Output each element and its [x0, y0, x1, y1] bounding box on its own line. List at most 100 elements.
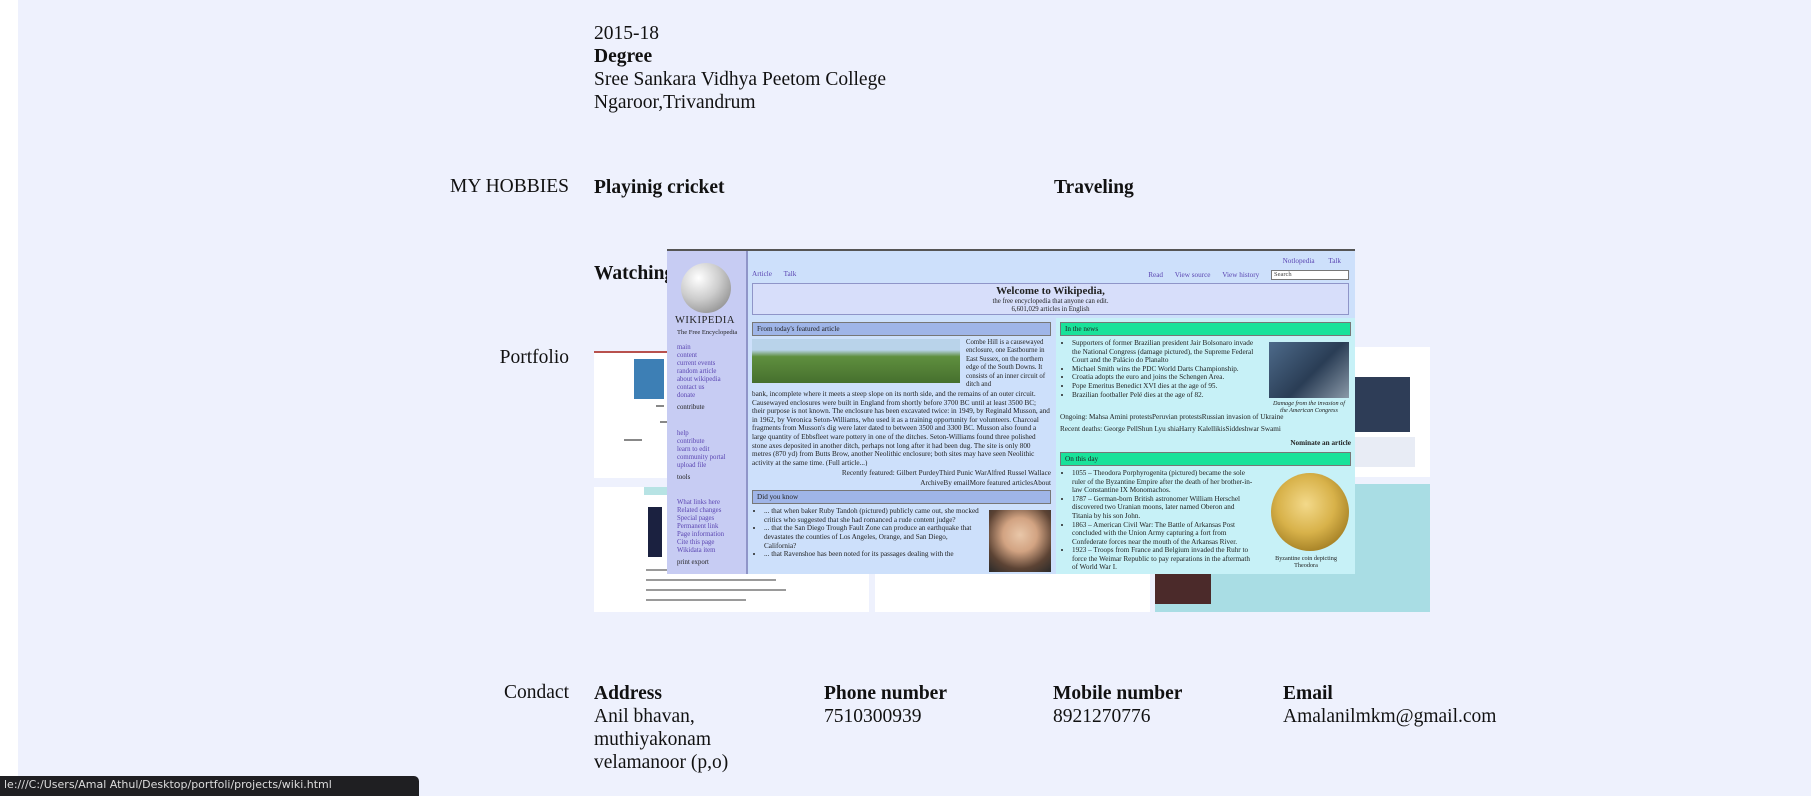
wiki-welcome-box: Welcome to Wikipedia, the free encyclope… — [752, 283, 1349, 315]
page-left-strip — [0, 0, 18, 789]
hobby-item: Playinig cricket — [594, 177, 725, 198]
news-item: Supporters of former Brazilian president… — [1072, 339, 1261, 365]
news-item: Michael Smith wins the PDC World Darts C… — [1072, 365, 1261, 374]
wiki-welcome-title: Welcome to Wikipedia, — [996, 285, 1105, 297]
news-deaths: Recent deaths: George PellShun Lyu shiaH… — [1060, 424, 1281, 433]
education-location: Ngaroor,Trivandrum — [594, 92, 756, 113]
wiki-nav-link[interactable]: Permanent link — [677, 523, 741, 531]
tab-view-source[interactable]: View source — [1175, 271, 1211, 279]
wiki-tabs: Article Talk Read View source View histo… — [752, 270, 1349, 280]
wiki-right-column: In the news Damage from the invasion of … — [1056, 318, 1355, 574]
wiki-preview-popup[interactable]: WIKIPEDIA The Free Encyclopedia main con… — [667, 249, 1355, 574]
wiki-nav-link[interactable]: Wikidata item — [677, 547, 741, 555]
wiki-nav-link[interactable]: community portal — [677, 454, 741, 462]
hobbies-label: MY HOBBIES — [450, 176, 569, 197]
wiki-nav-link[interactable]: contact us — [677, 384, 741, 392]
otd-list: 1055 – Theodora Porphyrogenita (pictured… — [1072, 469, 1255, 572]
hobby-item: Watching — [594, 263, 675, 284]
address-line: velamanoor (p,o) — [594, 752, 729, 773]
education-college: Sree Sankara Vidhya Peetom College — [594, 69, 886, 90]
wiki-nav-link[interactable]: Special pages — [677, 515, 741, 523]
wiki-nav-link[interactable]: Cite this page — [677, 539, 741, 547]
wiki-nav-link[interactable]: upload file — [677, 462, 741, 470]
news-list: Supporters of former Brazilian president… — [1072, 339, 1261, 399]
featured-image — [752, 339, 960, 383]
thumb-text-line — [624, 439, 642, 441]
thumb-table — [1355, 437, 1415, 467]
wiki-nav-link[interactable]: contribute — [677, 438, 741, 446]
thumb-text-line — [646, 599, 746, 601]
wiki-welcome-sub: the free encyclopedia that anyone can ed… — [992, 298, 1109, 305]
news-ongoing: Ongoing: Mahsa Amini protestsPeruvian pr… — [1060, 413, 1284, 422]
featured-heading: From today's featured article — [752, 322, 1051, 336]
wiki-nav-link[interactable]: learn to edit — [677, 446, 741, 454]
tab-read[interactable]: Read — [1148, 271, 1163, 279]
address-line: muthiyakonam — [594, 729, 711, 750]
education-year: 2015-18 — [594, 23, 659, 44]
wiki-nav-link[interactable]: current events — [677, 360, 741, 368]
tab-talk[interactable]: Talk — [784, 270, 797, 278]
tab-view-history[interactable]: View history — [1222, 271, 1259, 279]
dyk-item: ... that when baker Ruby Tandoh (picture… — [764, 507, 981, 524]
wiki-left-column: From today's featured article Combe Hill… — [748, 318, 1055, 574]
dyk-heading: Did you know — [752, 490, 1051, 505]
wiki-nav-tools: What links here Related changes Special … — [677, 499, 741, 567]
otd-item: 1787 – German-born British astronomer Wi… — [1072, 495, 1255, 521]
education-degree: Degree — [594, 46, 653, 67]
wiki-nav-link[interactable]: donate — [677, 392, 741, 400]
mobile-number: 8921270776 — [1053, 706, 1151, 727]
otd-item: 1863 – American Civil War: The Battle of… — [1072, 521, 1255, 547]
wiki-nav-link[interactable]: content — [677, 352, 741, 360]
news-image — [1269, 342, 1349, 398]
nominate-link[interactable]: Nominate an article — [1060, 439, 1351, 448]
dyk-list: ... that when baker Ruby Tandoh (picture… — [764, 507, 981, 559]
thumb-photo — [1355, 377, 1410, 432]
wiki-search-input[interactable]: Search — [1271, 270, 1349, 280]
thumb-text-line — [646, 579, 776, 581]
news-item: Croatia adopts the euro and joins the Sc… — [1072, 373, 1261, 382]
wiki-brand: WIKIPEDIA — [675, 315, 735, 326]
featured-recent[interactable]: Recently featured: Gilbert PurdeyThird P… — [752, 469, 1051, 478]
otd-item: 1055 – Theodora Porphyrogenita (pictured… — [1072, 469, 1255, 495]
wiki-top-link[interactable]: Notlopedia — [1283, 257, 1315, 265]
email-address[interactable]: Amalanilmkm@gmail.com — [1283, 705, 1496, 728]
wiki-nav-link[interactable]: main — [677, 344, 741, 352]
news-item: Brazilian footballer Pelé dies at the ag… — [1072, 391, 1261, 400]
wiki-nav-link[interactable]: about wikipedia — [677, 376, 741, 384]
wiki-nav-heading: print export — [677, 559, 709, 566]
contact-label: Condact — [504, 682, 569, 703]
wiki-nav-link[interactable]: Related changes — [677, 507, 741, 515]
news-item: Pope Emeritus Benedict XVI dies at the a… — [1072, 382, 1261, 391]
wiki-top-links: Notlopedia Talk — [1271, 257, 1341, 266]
wiki-nav-link[interactable]: help — [677, 430, 741, 438]
featured-archive[interactable]: ArchiveBy emailMore featured articlesAbo… — [752, 479, 1051, 488]
hobby-item: Traveling — [1054, 177, 1134, 198]
tab-article[interactable]: Article — [752, 270, 772, 278]
thumb-text-line — [656, 405, 664, 407]
wiki-nav-link[interactable]: random article — [677, 368, 741, 376]
phone-number: 7510300939 — [824, 706, 922, 727]
wiki-main: Notlopedia Talk Article Talk Read View s… — [748, 251, 1355, 574]
thumb-image — [648, 507, 662, 557]
thumb-text-line — [646, 589, 786, 591]
email-heading: Email — [1283, 683, 1333, 704]
otd-caption: Byzantine coin depicting Theodora — [1275, 554, 1337, 569]
featured-side-text: Combe Hill is a causewayed enclosure, on… — [966, 339, 1046, 387]
phone-heading: Phone number — [824, 683, 947, 704]
wiki-nav-link[interactable]: What links here — [677, 499, 741, 507]
featured-body: bank, incomplete where it meets a steep … — [752, 390, 1050, 466]
wiki-article-count: 6,601,029 articles in English — [1011, 305, 1090, 313]
otd-item: 1923 – Troops from France and Belgium in… — [1072, 546, 1255, 572]
wiki-nav-contribute: help contribute learn to edit community … — [677, 430, 741, 482]
mobile-heading: Mobile number — [1053, 683, 1183, 704]
wikipedia-globe-icon — [681, 263, 731, 313]
wiki-nav-heading: tools — [677, 474, 691, 481]
wiki-top-link[interactable]: Talk — [1328, 257, 1341, 265]
dyk-image — [989, 510, 1051, 573]
wiki-nav-main: main content current events random artic… — [677, 344, 741, 412]
dyk-item: ... that Ravenshoe has been noted for it… — [764, 550, 981, 559]
dyk-item: ... that the San Diego Trough Fault Zone… — [764, 524, 981, 550]
portfolio-label: Portfolio — [499, 347, 569, 368]
wiki-brand-sub: The Free Encyclopedia — [677, 329, 738, 336]
wiki-nav-link[interactable]: Page information — [677, 531, 741, 539]
